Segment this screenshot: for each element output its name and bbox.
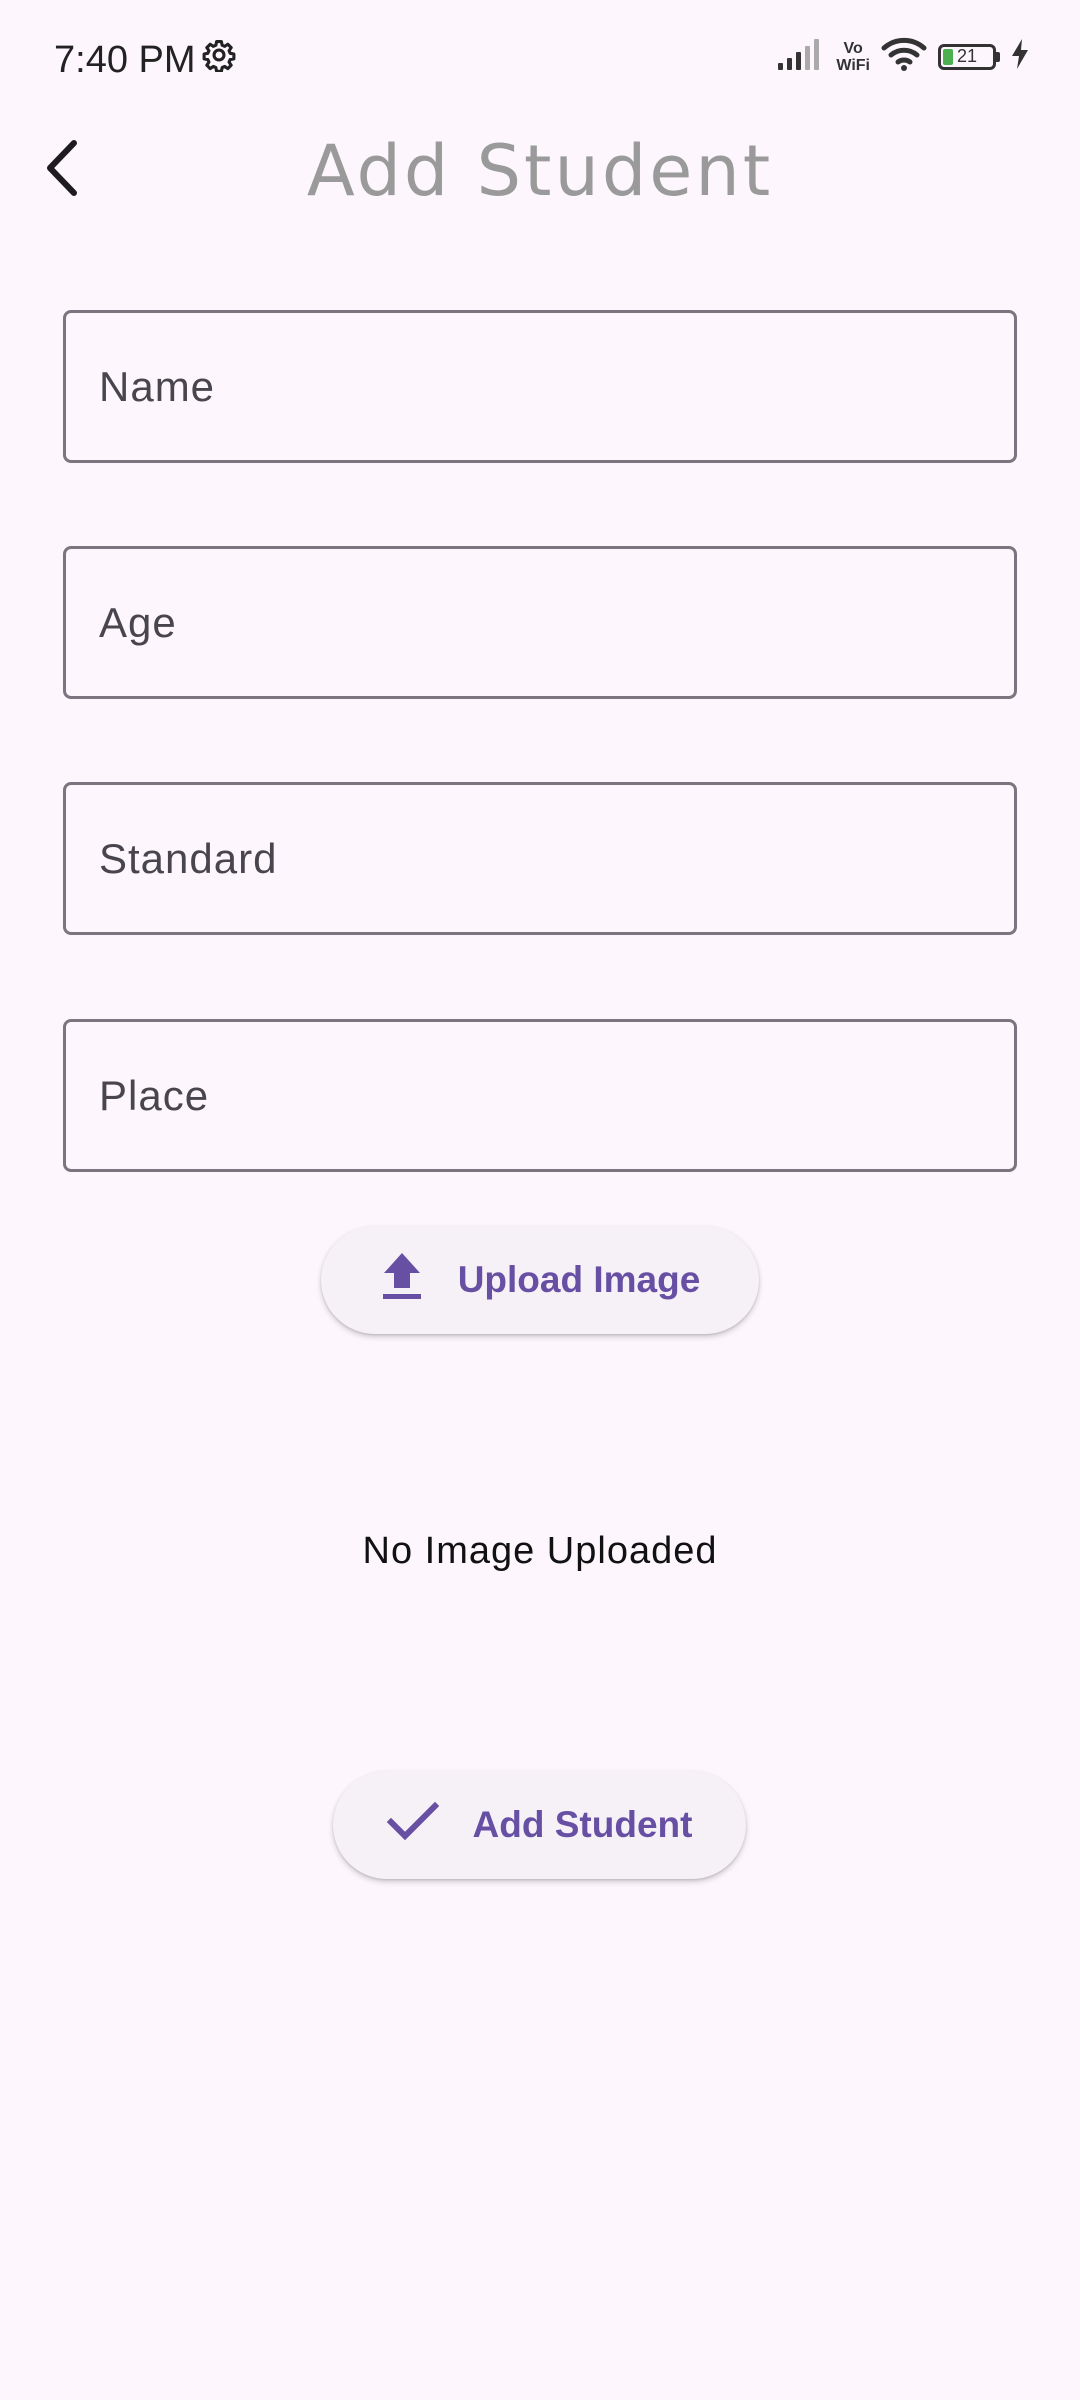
vowifi-bottom-label: WiFi (836, 56, 870, 74)
name-field[interactable] (63, 310, 1017, 463)
vowifi-top-label: Vo (843, 39, 863, 57)
status-time-group: 7:40 PM (54, 38, 236, 82)
add-student-label: Add Student (472, 1804, 693, 1845)
place-field[interactable] (63, 1019, 1017, 1172)
page-title: Add Student (306, 130, 774, 212)
upload-image-label: Upload Image (457, 1259, 701, 1300)
status-bar: 7:40 PM Vo WiFi 21 (0, 0, 1080, 120)
standard-field[interactable] (63, 782, 1017, 935)
app-bar: Add Student (0, 120, 1080, 220)
place-input[interactable] (66, 1022, 1014, 1169)
upload-icon (380, 1250, 424, 1311)
age-field[interactable] (63, 546, 1017, 699)
wifi-icon (880, 36, 928, 77)
battery-tip (996, 51, 1000, 62)
no-image-status: No Image Uploaded (362, 1530, 718, 1572)
signal-icon (776, 37, 826, 76)
battery-level: 21 (956, 46, 978, 66)
add-student-button[interactable]: Add Student (333, 1771, 746, 1879)
gear-icon (202, 38, 236, 82)
status-icons: Vo WiFi 21 (776, 36, 1030, 77)
battery-body: 21 (938, 43, 996, 70)
check-icon (386, 1801, 439, 1850)
vowifi-indicator: Vo WiFi (836, 40, 870, 74)
upload-image-button[interactable]: Upload Image (321, 1226, 759, 1334)
standard-input[interactable] (66, 785, 1014, 932)
age-input[interactable] (66, 549, 1014, 696)
status-time: 7:40 PM (54, 38, 196, 81)
charging-icon (1010, 38, 1030, 75)
battery-icon: 21 (938, 43, 1000, 70)
name-input[interactable] (66, 313, 1014, 460)
